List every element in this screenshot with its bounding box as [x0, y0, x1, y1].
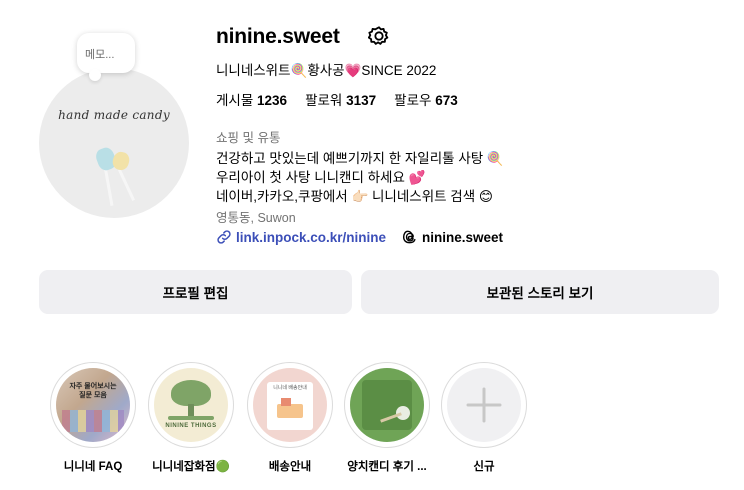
full-name: 니니네스위트🍭황사공💗SINCE 2022	[216, 63, 437, 78]
highlight-ring: 자주 물어보시는 질문 모음	[50, 362, 136, 448]
highlight-faq[interactable]: 자주 물어보시는 질문 모음 니니네 FAQ	[50, 362, 136, 473]
cover-text: 자주 물어보시는 질문 모음	[69, 383, 117, 399]
note-text: 메모...	[85, 49, 115, 61]
threads-icon	[402, 230, 416, 244]
avatar[interactable]: hand made candy	[39, 68, 189, 218]
bio-line: 건강하고 맛있는데 예쁘기까지 한 자일리톨 사탕 🍭	[216, 151, 504, 166]
cover-products	[62, 410, 124, 432]
plus-icon	[466, 387, 502, 423]
candy-stick	[103, 166, 114, 206]
threads-link[interactable]: ninine.sweet	[402, 229, 503, 245]
truck-icon	[277, 404, 303, 418]
link-text: link.inpock.co.kr/ninine	[236, 229, 387, 245]
location: 영통동, Suwon	[216, 211, 296, 225]
highlight-ring: 니니네 배송안내	[247, 362, 333, 448]
highlight-ring: NININE THINGS	[148, 362, 234, 448]
stat-value: 3137	[346, 93, 377, 108]
view-archive-button[interactable]: 보관된 스토리 보기	[361, 270, 719, 314]
box-icon	[281, 398, 291, 406]
cover-text: 니니네 배송안내	[273, 385, 307, 391]
profile-avatar[interactable]: hand made candy	[39, 68, 189, 218]
cover-text: NININE THINGS	[165, 423, 217, 429]
review-photo	[362, 380, 412, 430]
highlight-shop[interactable]: NININE THINGS 니니네잡화점🟢	[148, 362, 234, 473]
stat-following[interactable]: 팔로우 673	[394, 89, 458, 109]
threads-handle: ninine.sweet	[422, 229, 504, 245]
highlight-new[interactable]: 신규	[441, 362, 527, 473]
bio: 건강하고 맛있는데 예쁘기까지 한 자일리톨 사탕 🍭 우리아이 첫 사탕 니니…	[216, 149, 504, 206]
bio-line: 우리아이 첫 사탕 니니캔디 하세요 💕	[216, 170, 426, 185]
highlight-shipping[interactable]: 니니네 배송안내 배송안내	[247, 362, 333, 473]
highlight-cover-image: 자주 물어보시는 질문 모음	[56, 368, 130, 442]
new-highlight-cover	[447, 368, 521, 442]
tree-logo	[171, 380, 211, 406]
settings-gear-icon[interactable]	[368, 25, 390, 47]
candy-stick	[117, 168, 136, 202]
shipping-card: 니니네 배송안내	[267, 382, 313, 430]
highlight-cover-image: 니니네 배송안내	[253, 368, 327, 442]
bio-line: 네이버,카카오,쿠팡에서 👉🏻 니니네스위트 검색 😊	[216, 189, 493, 204]
external-link[interactable]: link.inpock.co.kr/ninine	[216, 229, 386, 245]
note-bubble[interactable]: 메모...	[77, 33, 135, 81]
highlight-cover-image	[350, 368, 424, 442]
link-icon	[217, 230, 231, 244]
profile-links: link.inpock.co.kr/ninine ninine.sweet	[216, 229, 503, 245]
username: ninine.sweet	[216, 25, 340, 48]
stat-label: 팔로우	[394, 93, 432, 108]
candy-image	[110, 150, 132, 172]
highlight-cover-image: NININE THINGS	[154, 368, 228, 442]
stat-followers[interactable]: 팔로워 3137	[305, 89, 376, 109]
category: 쇼핑 및 유통	[216, 131, 281, 145]
tree-ground	[168, 416, 214, 420]
highlight-ring	[441, 362, 527, 448]
highlight-label: 신규	[473, 461, 495, 473]
highlight-ring	[344, 362, 430, 448]
stat-value: 673	[435, 93, 458, 108]
stat-label: 게시물	[216, 93, 254, 108]
highlight-review[interactable]: 양치캔디 후기 ...	[344, 362, 430, 473]
stat-posts[interactable]: 게시물 1236	[216, 89, 287, 109]
profile-stats: 게시물 1236 팔로워 3137 팔로우 673	[216, 89, 458, 109]
stat-label: 팔로워	[305, 93, 343, 108]
stat-value: 1236	[257, 93, 288, 108]
avatar-script-text: hand made candy	[58, 108, 170, 122]
edit-profile-button[interactable]: 프로필 편집	[39, 270, 352, 314]
